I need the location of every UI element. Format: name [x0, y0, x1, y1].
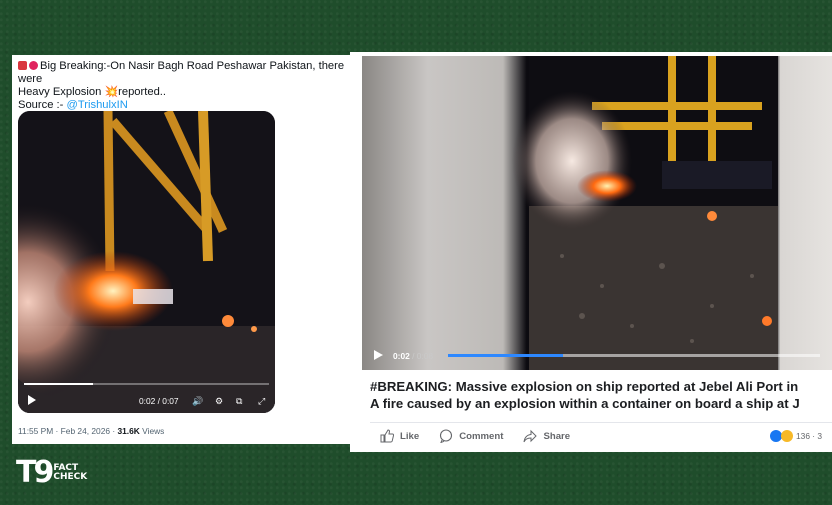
picture-in-picture-icon[interactable]: ⧉	[236, 396, 242, 407]
logo-mark: T9	[16, 455, 54, 490]
fullscreen-icon[interactable]: ⤢	[258, 396, 265, 407]
fb-video-progress[interactable]	[448, 354, 820, 357]
fb-video-controls: 0:02 / 0:08	[362, 340, 832, 370]
sad-reaction-icon	[781, 430, 793, 442]
like-button[interactable]: Like	[380, 429, 419, 443]
fb-video-time: 0:02 / 0:08	[393, 351, 433, 361]
play-icon[interactable]	[28, 395, 36, 405]
tweet-text: Big Breaking:-On Nasir Bagh Road Peshawa…	[18, 60, 347, 112]
tweet-video-controls: 0:02 / 0:07 🔊 ⚙ ⧉ ⤢	[18, 373, 275, 413]
like-label: Like	[400, 430, 420, 442]
divider	[370, 422, 832, 423]
fact-check-logo: T9 FACT CHECK	[16, 455, 87, 491]
comment-label: Comment	[459, 430, 504, 442]
reaction-count: 136 · 3	[796, 431, 823, 441]
share-label: Share	[543, 430, 571, 442]
fb-caption-line2: A fire caused by an explosion within a c…	[370, 396, 800, 411]
red-circle-emoji-icon	[29, 61, 38, 70]
logo-text: FACT CHECK	[53, 464, 87, 482]
tweet-video-progress[interactable]	[24, 383, 269, 385]
comment-bubble-icon	[440, 429, 453, 443]
thumbs-up-icon	[380, 429, 394, 443]
facebook-post-card: 0:02 / 0:08 #BREAKING: Massive explosion…	[350, 52, 832, 452]
fb-video-frame	[512, 56, 778, 370]
fb-action-bar: Like Comment Share	[380, 429, 570, 443]
tweet-timestamp[interactable]: 11:55 PM · Feb 24, 2026 ·	[18, 426, 115, 436]
siren-emoji-icon	[18, 61, 27, 70]
logo-text-check: CHECK	[53, 472, 88, 482]
fb-video-player[interactable]: 0:02 / 0:08	[362, 56, 832, 370]
tweet-text-line1: Big Breaking:-On Nasir Bagh Road Peshawa…	[18, 60, 345, 85]
comment-button[interactable]: Comment	[439, 429, 503, 443]
fb-reactions[interactable]: 136 · 3	[770, 430, 822, 442]
source-label: Source :-	[18, 99, 64, 111]
tweet-views-label: Views	[142, 426, 165, 436]
tweet-card: Big Breaking:-On Nasir Bagh Road Peshawa…	[12, 55, 353, 444]
share-button[interactable]: Share	[523, 429, 570, 443]
fb-post-caption: #BREAKING: Massive explosion on ship rep…	[370, 378, 832, 412]
tweet-meta: 11:55 PM · Feb 24, 2026 · 31.6K Views	[18, 426, 164, 436]
tweet-video-player[interactable]: 0:02 / 0:07 🔊 ⚙ ⧉ ⤢	[18, 111, 275, 413]
explosion-emoji-icon: 💥	[104, 86, 119, 98]
tweet-video-time: 0:02 / 0:07	[139, 396, 179, 406]
volume-icon[interactable]: 🔊	[192, 396, 203, 407]
share-arrow-icon	[523, 429, 538, 443]
play-icon[interactable]	[374, 350, 383, 360]
tweet-text-line2b: reported..	[118, 86, 167, 98]
settings-gear-icon[interactable]: ⚙	[215, 396, 223, 407]
source-handle-link[interactable]: @TrishulxIN	[67, 99, 128, 111]
fb-video-current: 0:02	[393, 351, 410, 361]
fb-caption-line1: #BREAKING: Massive explosion on ship rep…	[370, 379, 799, 394]
tweet-views-count: 31.6K	[117, 426, 140, 436]
tweet-video-frame	[18, 111, 275, 413]
fb-video-duration: / 0:08	[412, 351, 434, 361]
tweet-text-line2a: Heavy Explosion	[18, 86, 102, 98]
